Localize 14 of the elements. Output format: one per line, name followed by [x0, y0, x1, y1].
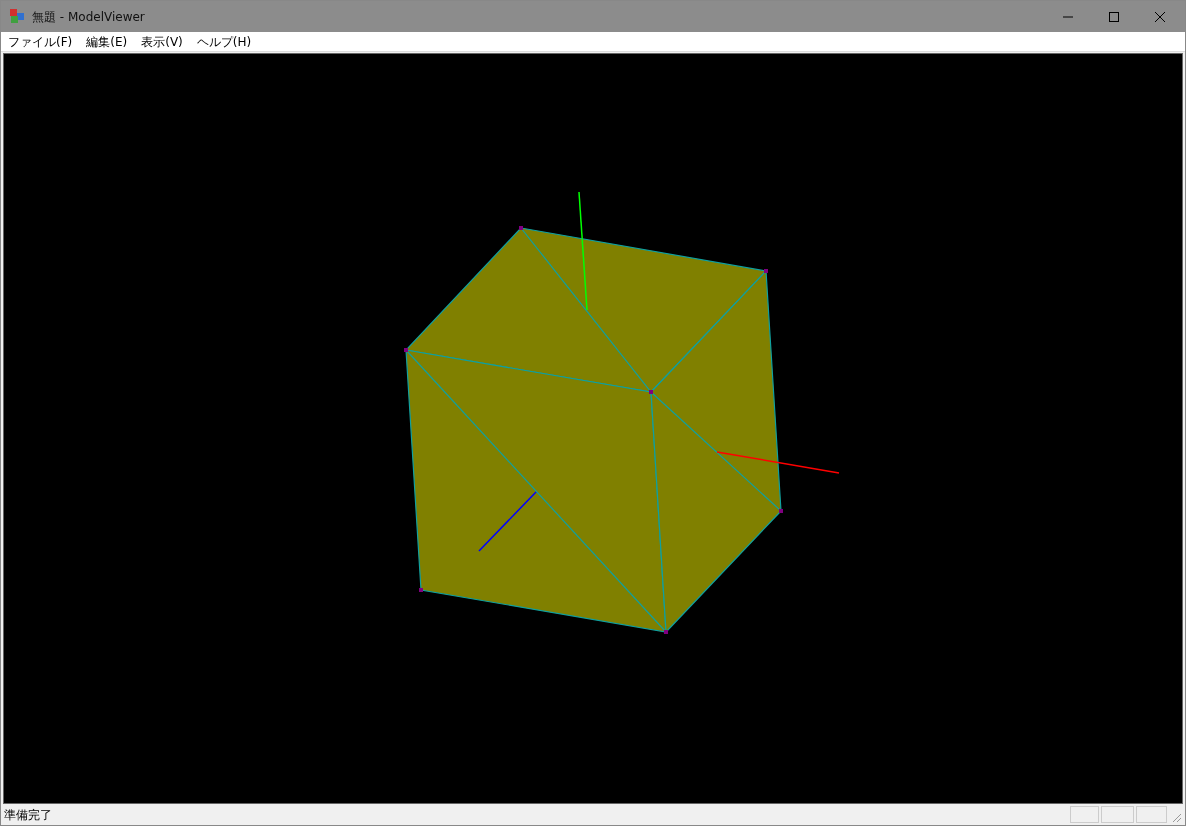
menu-item[interactable]: ヘルプ(H): [189, 32, 259, 51]
status-pane: [1070, 806, 1099, 823]
close-icon: [1155, 11, 1165, 22]
menu-item[interactable]: ファイル(F): [1, 32, 80, 51]
status-pane: [1136, 806, 1167, 823]
z-axis-line: [478, 491, 537, 552]
menu-item[interactable]: 編集(E): [79, 32, 135, 51]
resize-grip-icon: [1170, 811, 1182, 823]
status-pane: [1101, 806, 1134, 823]
app-icon: [9, 8, 26, 25]
status-text: 準備完了: [4, 806, 53, 824]
window-title: 無題 - ModelViewer: [32, 8, 145, 26]
menu-item[interactable]: 表示(V): [134, 32, 190, 51]
maximize-icon: [1109, 11, 1119, 22]
